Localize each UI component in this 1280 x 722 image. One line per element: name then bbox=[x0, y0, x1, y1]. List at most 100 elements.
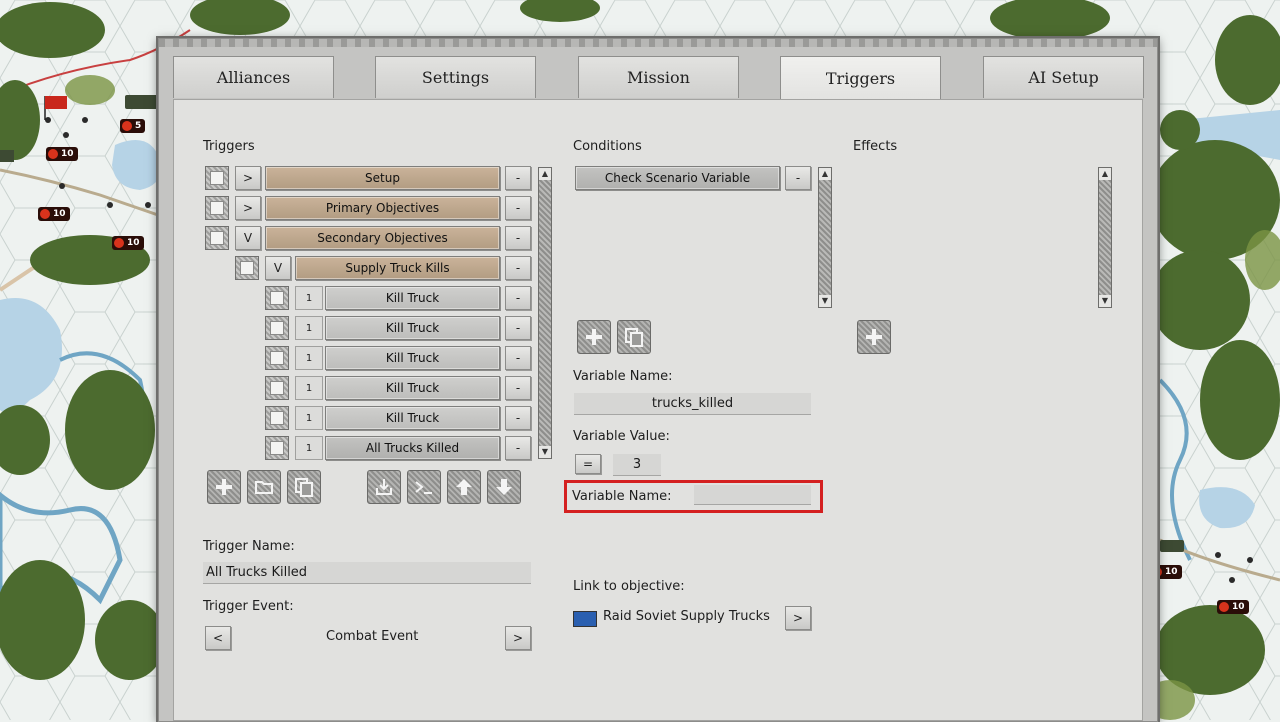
trigger-item[interactable]: Kill Truck bbox=[325, 316, 500, 340]
scroll-down-icon[interactable]: ▼ bbox=[539, 446, 551, 458]
remove-condition-button[interactable]: - bbox=[785, 166, 811, 190]
unit-strength-badge[interactable]: 10 bbox=[46, 147, 78, 161]
trigger-enable-checkbox[interactable] bbox=[265, 286, 289, 310]
checkbox-square-icon bbox=[270, 321, 284, 335]
trigger-enable-checkbox[interactable] bbox=[235, 256, 259, 280]
trigger-name-field[interactable]: All Trucks Killed bbox=[203, 562, 531, 584]
condition-item[interactable]: Check Scenario Variable bbox=[575, 166, 780, 190]
scroll-up-icon[interactable]: ▲ bbox=[1099, 168, 1111, 180]
conditions-scrollbar[interactable]: ▲ ▼ bbox=[818, 167, 832, 308]
unit-strength-value: 10 bbox=[1165, 567, 1178, 577]
trigger-item[interactable]: Primary Objectives bbox=[265, 196, 500, 220]
add-condition-button[interactable] bbox=[577, 320, 611, 354]
scroll-down-icon[interactable]: ▼ bbox=[1099, 295, 1111, 307]
console-button[interactable] bbox=[407, 470, 441, 504]
tab-ai-setup[interactable]: AI Setup bbox=[983, 56, 1144, 98]
checkbox-square-icon bbox=[210, 171, 224, 185]
console-icon bbox=[415, 481, 432, 494]
add-trigger-button[interactable] bbox=[207, 470, 241, 504]
soviet-star-icon bbox=[48, 149, 58, 159]
trigger-item[interactable]: Supply Truck Kills bbox=[295, 256, 500, 280]
trigger-enable-checkbox[interactable] bbox=[265, 406, 289, 430]
trigger-repeat-count[interactable]: 1 bbox=[295, 286, 323, 310]
effects-scrollbar[interactable]: ▲ ▼ bbox=[1098, 167, 1112, 308]
remove-trigger-button[interactable]: - bbox=[505, 436, 531, 460]
trigger-item[interactable]: Kill Truck bbox=[325, 406, 500, 430]
trigger-enable-checkbox[interactable] bbox=[205, 166, 229, 190]
trigger-item[interactable]: Kill Truck bbox=[325, 286, 500, 310]
trigger-expand-toggle[interactable]: > bbox=[235, 196, 261, 220]
unit-strength-value: 10 bbox=[53, 209, 66, 219]
trigger-repeat-count[interactable]: 1 bbox=[295, 406, 323, 430]
remove-trigger-button[interactable]: - bbox=[505, 316, 531, 340]
trigger-repeat-count[interactable]: 1 bbox=[295, 376, 323, 400]
variable-name-field[interactable]: trucks_killed bbox=[574, 393, 811, 415]
trigger-repeat-count[interactable]: 1 bbox=[295, 316, 323, 340]
unit-strength-badge[interactable]: 10 bbox=[38, 207, 70, 221]
import-trigger-button[interactable] bbox=[367, 470, 401, 504]
checkbox-square-icon bbox=[270, 381, 284, 395]
checkbox-square-icon bbox=[210, 201, 224, 215]
scroll-up-icon[interactable]: ▲ bbox=[539, 168, 551, 180]
trigger-item[interactable]: All Trucks Killed bbox=[325, 436, 500, 460]
highlight-variable-name-field[interactable] bbox=[694, 485, 811, 505]
trigger-enable-checkbox[interactable] bbox=[205, 196, 229, 220]
remove-trigger-button[interactable]: - bbox=[505, 256, 531, 280]
trigger-enable-checkbox[interactable] bbox=[205, 226, 229, 250]
soviet-star-icon bbox=[122, 121, 132, 131]
objective-color-swatch bbox=[573, 611, 597, 627]
add-effect-button[interactable] bbox=[857, 320, 891, 354]
copy-icon bbox=[295, 478, 313, 497]
unit-strength-badge[interactable]: 10 bbox=[112, 236, 144, 250]
remove-trigger-button[interactable]: - bbox=[505, 406, 531, 430]
move-down-icon bbox=[496, 479, 512, 495]
remove-trigger-button[interactable]: - bbox=[505, 346, 531, 370]
trigger-list-scrollbar[interactable]: ▲ ▼ bbox=[538, 167, 552, 459]
trigger-enable-checkbox[interactable] bbox=[265, 436, 289, 460]
unit-strength-value: 5 bbox=[135, 121, 142, 131]
trigger-item[interactable]: Secondary Objectives bbox=[265, 226, 500, 250]
conditions-header: Conditions bbox=[573, 139, 642, 154]
variable-value-field[interactable]: 3 bbox=[613, 454, 661, 476]
add-folder-button[interactable] bbox=[247, 470, 281, 504]
tab-settings[interactable]: Settings bbox=[375, 56, 536, 98]
trigger-event-label: Trigger Event: bbox=[203, 599, 294, 614]
unit-strength-value: 10 bbox=[1232, 602, 1245, 612]
remove-trigger-button[interactable]: - bbox=[505, 376, 531, 400]
variable-value-label: Variable Value: bbox=[573, 429, 670, 444]
prev-event-button[interactable]: < bbox=[205, 626, 231, 650]
scroll-down-icon[interactable]: ▼ bbox=[819, 295, 831, 307]
checkbox-square-icon bbox=[210, 231, 224, 245]
trigger-name-label: Trigger Name: bbox=[203, 539, 295, 554]
remove-trigger-button[interactable]: - bbox=[505, 226, 531, 250]
trigger-item[interactable]: Kill Truck bbox=[325, 376, 500, 400]
copy-trigger-button[interactable] bbox=[287, 470, 321, 504]
operator-button[interactable]: = bbox=[575, 454, 601, 474]
move-up-button[interactable] bbox=[447, 470, 481, 504]
tab-mission[interactable]: Mission bbox=[578, 56, 739, 98]
copy-condition-button[interactable] bbox=[617, 320, 651, 354]
next-event-button[interactable]: > bbox=[505, 626, 531, 650]
scroll-up-icon[interactable]: ▲ bbox=[819, 168, 831, 180]
remove-trigger-button[interactable]: - bbox=[505, 286, 531, 310]
trigger-repeat-count[interactable]: 1 bbox=[295, 346, 323, 370]
trigger-expand-toggle[interactable]: V bbox=[235, 226, 261, 250]
panel-rivet-strip bbox=[159, 39, 1157, 47]
trigger-repeat-count[interactable]: 1 bbox=[295, 436, 323, 460]
trigger-expand-toggle[interactable]: V bbox=[265, 256, 291, 280]
trigger-enable-checkbox[interactable] bbox=[265, 376, 289, 400]
unit-strength-badge[interactable]: 5 bbox=[120, 119, 146, 133]
unit-strength-badge[interactable]: 10 bbox=[1217, 600, 1249, 614]
trigger-expand-toggle[interactable]: > bbox=[235, 166, 261, 190]
add-icon bbox=[216, 479, 232, 495]
move-down-button[interactable] bbox=[487, 470, 521, 504]
remove-trigger-button[interactable]: - bbox=[505, 166, 531, 190]
trigger-enable-checkbox[interactable] bbox=[265, 316, 289, 340]
trigger-item[interactable]: Setup bbox=[265, 166, 500, 190]
tab-triggers[interactable]: Triggers bbox=[780, 56, 941, 99]
remove-trigger-button[interactable]: - bbox=[505, 196, 531, 220]
tab-alliances[interactable]: Alliances bbox=[173, 56, 334, 98]
trigger-item[interactable]: Kill Truck bbox=[325, 346, 500, 370]
next-objective-button[interactable]: > bbox=[785, 606, 811, 630]
trigger-enable-checkbox[interactable] bbox=[265, 346, 289, 370]
